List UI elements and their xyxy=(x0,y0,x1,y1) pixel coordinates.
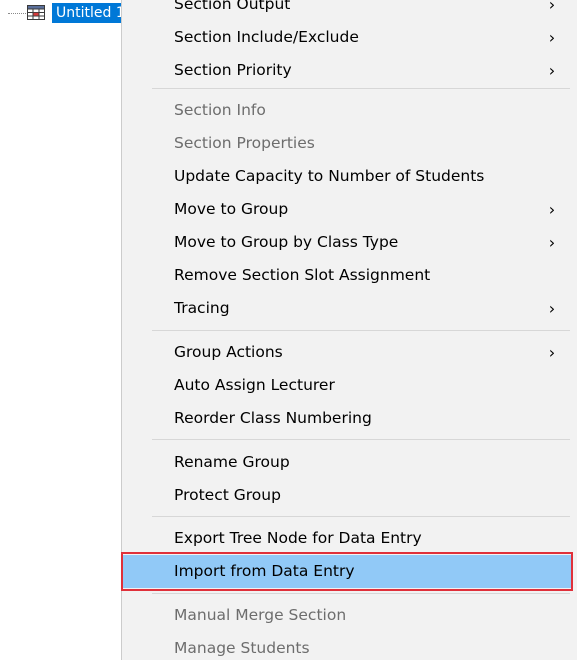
menu-item-label: Section Include/Exclude xyxy=(174,28,359,46)
menu-item-move-to-group[interactable]: Move to Group › xyxy=(122,193,572,226)
chevron-right-icon: › xyxy=(548,0,556,14)
menu-item-label: Reorder Class Numbering xyxy=(174,409,372,427)
menu-item-section-info: Section Info xyxy=(122,94,572,127)
menu-separator xyxy=(152,439,570,440)
menu-separator xyxy=(152,593,570,594)
menu-item-move-to-group-by-class-type[interactable]: Move to Group by Class Type › xyxy=(122,226,572,259)
menu-item-label: Group Actions xyxy=(174,343,283,361)
menu-item-label: Tracing xyxy=(174,299,230,317)
tree-connector-line xyxy=(8,13,28,14)
menu-item-protect-group[interactable]: Protect Group xyxy=(122,479,572,512)
table-icon xyxy=(27,5,45,20)
chevron-right-icon: › xyxy=(548,233,556,252)
menu-item-label: Remove Section Slot Assignment xyxy=(174,266,431,284)
menu-item-label: Section Info xyxy=(174,101,266,119)
menu-item-section-priority[interactable]: Section Priority › xyxy=(122,54,572,87)
tree-node-label[interactable]: Untitled 1 xyxy=(52,3,126,23)
menu-item-label: Export Tree Node for Data Entry xyxy=(174,529,422,547)
menu-item-label: Update Capacity to Number of Students xyxy=(174,167,485,185)
chevron-right-icon: › xyxy=(548,299,556,318)
menu-item-label: Auto Assign Lecturer xyxy=(174,376,335,394)
menu-item-section-output[interactable]: Section Output › xyxy=(122,0,572,21)
menu-separator xyxy=(152,516,570,517)
menu-item-label: Manage Students xyxy=(174,639,310,657)
menu-item-tracing[interactable]: Tracing › xyxy=(122,292,572,325)
chevron-right-icon: › xyxy=(548,343,556,362)
menu-item-manage-students: Manage Students xyxy=(122,632,572,665)
menu-item-section-include-exclude[interactable]: Section Include/Exclude › xyxy=(122,21,572,54)
menu-item-export-tree-node[interactable]: Export Tree Node for Data Entry xyxy=(122,522,572,555)
menu-item-label: Section Priority xyxy=(174,61,292,79)
menu-item-label: Move to Group xyxy=(174,200,289,218)
menu-item-label: Section Properties xyxy=(174,134,315,152)
menu-separator xyxy=(152,88,570,89)
menu-item-rename-group[interactable]: Rename Group xyxy=(122,446,572,479)
chevron-right-icon: › xyxy=(548,200,556,219)
menu-item-remove-section-slot-assignment[interactable]: Remove Section Slot Assignment xyxy=(122,259,572,292)
menu-item-reorder-class-numbering[interactable]: Reorder Class Numbering xyxy=(122,402,572,435)
menu-item-label: Section Output xyxy=(174,0,291,13)
menu-item-section-properties: Section Properties xyxy=(122,127,572,160)
menu-item-label: Protect Group xyxy=(174,486,281,504)
menu-item-label: Manual Merge Section xyxy=(174,606,347,624)
menu-item-manual-merge-section: Manual Merge Section xyxy=(122,599,572,632)
menu-separator xyxy=(152,330,570,331)
chevron-right-icon: › xyxy=(548,61,556,80)
menu-item-label: Move to Group by Class Type xyxy=(174,233,399,251)
menu-item-group-actions[interactable]: Group Actions › xyxy=(122,336,572,369)
highlight-annotation-box xyxy=(121,552,573,591)
menu-item-update-capacity[interactable]: Update Capacity to Number of Students xyxy=(122,160,572,193)
chevron-right-icon: › xyxy=(548,28,556,47)
menu-item-label: Rename Group xyxy=(174,453,290,471)
menu-item-auto-assign-lecturer[interactable]: Auto Assign Lecturer xyxy=(122,369,572,402)
